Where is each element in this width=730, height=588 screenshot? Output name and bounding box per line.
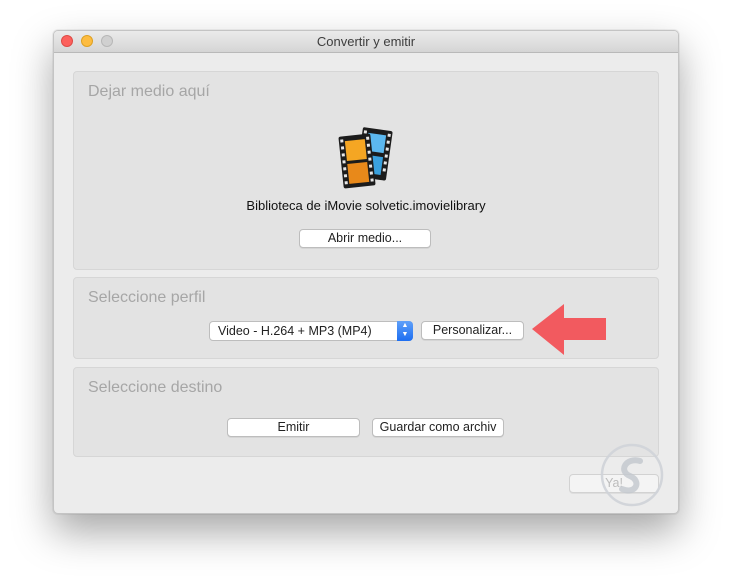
chevron-up-down-icon: ▲ ▼ xyxy=(397,321,413,341)
stream-button[interactable]: Emitir xyxy=(227,418,360,437)
window-title: Convertir y emitir xyxy=(316,34,416,49)
profile-select[interactable]: Video - H.264 + MP3 (MP4) ▲ ▼ xyxy=(209,321,413,341)
media-file-name: Biblioteca de iMovie solvetic.imovielibr… xyxy=(246,198,486,213)
save-as-file-button[interactable]: Guardar como archiv xyxy=(372,418,504,437)
drop-media-panel[interactable]: Dejar medio aquí Biblioteca de iMovie so… xyxy=(73,71,659,270)
title-bar: Convertir y emitir xyxy=(54,31,678,53)
film-strip-icon xyxy=(338,127,393,189)
profile-label: Seleccione perfil xyxy=(88,289,206,306)
destination-panel: Seleccione destino Emitir Guardar como a… xyxy=(73,367,659,457)
customize-button[interactable]: Personalizar... xyxy=(421,321,524,340)
profile-selected-value: Video - H.264 + MP3 (MP4) xyxy=(218,324,372,338)
open-media-button[interactable]: Abrir medio... xyxy=(299,229,431,248)
drop-media-label: Dejar medio aquí xyxy=(88,83,210,100)
destination-label: Seleccione destino xyxy=(88,379,223,396)
red-arrow-icon xyxy=(532,304,606,355)
watermark-logo-icon xyxy=(600,443,664,507)
convert-stream-window: Convertir y emitir Dejar medio aquí Bibl… xyxy=(53,30,679,514)
